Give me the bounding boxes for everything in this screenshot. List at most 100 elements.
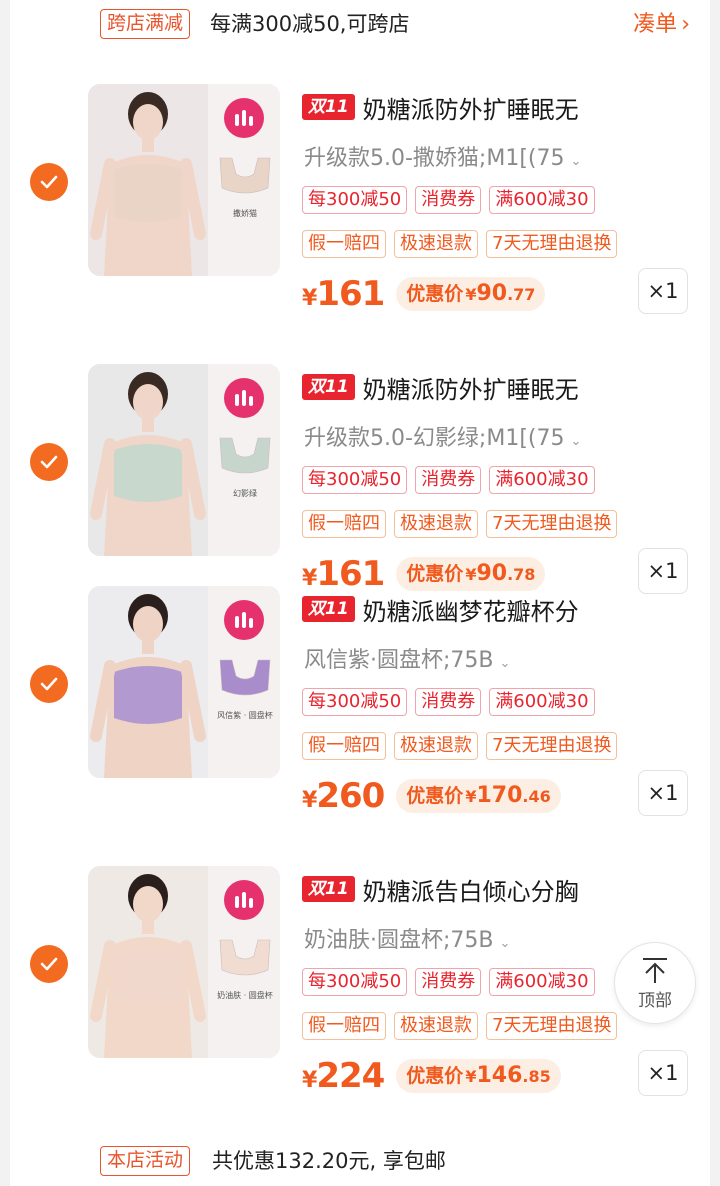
variant-text: 升级款5.0-撒娇猫;M1[(75 [304,146,565,171]
back-to-top-button[interactable]: 顶部 [614,942,696,1024]
product-title-row[interactable]: 双11 奶糖派幽梦花瓣杯分 [302,592,579,626]
product-title: 奶糖派幽梦花瓣杯分 [362,597,579,626]
discount-price-pill: 优惠价 ¥ 90 .77 [396,277,546,311]
store-activity-bar: 本店活动 共优惠132.20元, 享包邮 [10,1140,710,1180]
service-tags: 假一赔四 极速退款 7天无理由退换 [302,732,618,760]
promo-tag: 每300减50 [302,466,408,494]
product-title: 奶糖派防外扩睡眠无 [362,95,579,124]
item-price: ¥260 [302,776,385,816]
variant-selector[interactable]: 升级款5.0-撒娇猫;M1[(75 ⌄ [304,140,581,172]
cart-store-card: 跨店满减 每满300减50,可跨店 凑单 › 撒娇猫 双11 奶糖派防外扩睡眠无… [10,0,710,1186]
price-row: ¥224 优惠价 ¥ 146 .85 [302,1054,561,1098]
panel-caption: 风信紫 · 圆盘杯 [217,711,273,720]
variant-text: 风信紫·圆盘杯;75B [304,648,494,673]
service-tag: 7天无理由退换 [486,510,618,538]
service-tag: 假一赔四 [302,510,386,538]
product-bra-illustration [219,939,271,976]
cart-item: 撒娇猫 双11 奶糖派防外扩睡眠无 升级款5.0-撒娇猫;M1[(75 ⌄ 每30… [10,70,710,314]
cart-item: 风信紫 · 圆盘杯 双11 奶糖派幽梦花瓣杯分 风信紫·圆盘杯;75B ⌄ 每30… [10,572,710,816]
product-bra-illustration [219,437,271,474]
discount-price-pill: 优惠价 ¥ 146 .85 [396,1059,561,1093]
brand-logo-icon [224,378,264,418]
chevron-right-icon: › [681,12,690,37]
service-tag: 7天无理由退换 [486,1012,618,1040]
variant-selector[interactable]: 奶油肤·圆盘杯;75B ⌄ [304,922,510,954]
service-tags: 假一赔四 极速退款 7天无理由退换 [302,230,618,258]
cross-store-discount-tag: 跨店满减 [100,9,191,39]
service-tags: 假一赔四 极速退款 7天无理由退换 [302,1012,618,1040]
double-11-badge: 双11 [302,876,355,902]
promo-tags: 每300减50 消费券 满600减30 [302,688,595,716]
product-title-row[interactable]: 双11 奶糖派防外扩睡眠无 [302,90,579,124]
promo-tags: 每300减50 消费券 满600减30 [302,466,595,494]
store-activity-text: 共优惠132.20元, 享包邮 [212,1149,446,1173]
chevron-down-icon: ⌄ [570,434,582,449]
product-title-row[interactable]: 双11 奶糖派告白倾心分胸 [302,872,579,906]
chevron-down-icon: ⌄ [570,154,582,169]
variant-selector[interactable]: 风信紫·圆盘杯;75B ⌄ [304,642,510,674]
brand-logo-icon [224,98,264,138]
cart-item: 奶油肤 · 圆盘杯 双11 奶糖派告白倾心分胸 奶油肤·圆盘杯;75B ⌄ 每30… [10,852,710,1096]
product-title-row[interactable]: 双11 奶糖派防外扩睡眠无 [302,370,579,404]
promo-tag: 每300减50 [302,186,408,214]
model-photo [88,586,208,778]
service-tags: 假一赔四 极速退款 7天无理由退换 [302,510,618,538]
double-11-badge: 双11 [302,94,355,120]
product-bra-illustration [219,659,271,696]
quantity-button[interactable]: ×1 [638,268,688,314]
service-tag: 假一赔四 [302,230,386,258]
checkmark-icon [40,957,58,971]
promo-tag: 消费券 [415,968,482,996]
store-activity-tag: 本店活动 [100,1146,191,1176]
promo-tag: 每300减50 [302,968,408,996]
promo-tag: 满600减30 [489,688,595,716]
product-title: 奶糖派防外扩睡眠无 [362,375,579,404]
promo-tag: 消费券 [415,466,482,494]
brand-logo-icon [224,880,264,920]
promo-tags: 每300减50 消费券 满600减30 [302,968,595,996]
promo-tag: 消费券 [415,186,482,214]
item-price: ¥224 [302,1056,385,1096]
model-photo [88,866,208,1058]
checkmark-icon [40,175,58,189]
quantity-button[interactable]: ×1 [638,770,688,816]
checkmark-icon [40,455,58,469]
service-tag: 极速退款 [394,230,478,258]
chevron-down-icon: ⌄ [499,656,511,671]
model-photo [88,364,208,556]
promo-tag: 消费券 [415,688,482,716]
arrow-up-icon [643,957,667,983]
promo-tag: 满600减30 [489,186,595,214]
double-11-badge: 双11 [302,374,355,400]
panel-caption: 幻影绿 [233,489,257,498]
service-tag: 假一赔四 [302,732,386,760]
variant-selector[interactable]: 升级款5.0-幻影绿;M1[(75 ⌄ [304,420,581,452]
item-checkbox[interactable] [30,163,68,201]
service-tag: 极速退款 [394,732,478,760]
item-checkbox[interactable] [30,443,68,481]
double-11-badge: 双11 [302,596,355,622]
brand-logo-icon [224,600,264,640]
panel-caption: 撒娇猫 [233,209,257,218]
variant-text: 奶油肤·圆盘杯;75B [304,928,494,953]
promo-tag: 每300减50 [302,688,408,716]
add-on-items-label: 凑单 [633,12,678,37]
add-on-items-link[interactable]: 凑单 › [633,10,690,40]
checkmark-icon [40,677,58,691]
variant-text: 升级款5.0-幻影绿;M1[(75 [304,426,565,451]
product-title: 奶糖派告白倾心分胸 [362,877,579,906]
cart-item: 幻影绿 双11 奶糖派防外扩睡眠无 升级款5.0-幻影绿;M1[(75 ⌄ 每30… [10,350,710,594]
service-tag: 假一赔四 [302,1012,386,1040]
model-photo [88,84,208,276]
quantity-button[interactable]: ×1 [638,1050,688,1096]
promo-tag: 满600减30 [489,466,595,494]
panel-caption: 奶油肤 · 圆盘杯 [217,991,273,1000]
service-tag: 极速退款 [394,1012,478,1040]
item-checkbox[interactable] [30,665,68,703]
price-row: ¥260 优惠价 ¥ 170 .46 [302,774,561,818]
service-tag: 7天无理由退换 [486,732,618,760]
promo-tags: 每300减50 消费券 满600减30 [302,186,595,214]
discount-price-pill: 优惠价 ¥ 170 .46 [396,779,561,813]
promo-tag: 满600减30 [489,968,595,996]
item-checkbox[interactable] [30,945,68,983]
